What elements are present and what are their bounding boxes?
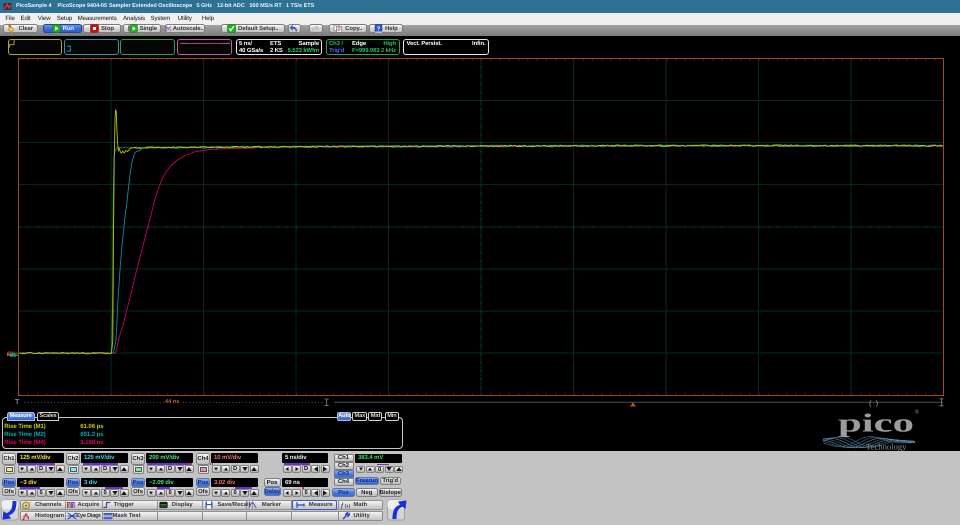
svg-text:®: ®: [915, 410, 920, 416]
svg-text:Technology: Technology: [866, 442, 907, 452]
svg-text:M3: M3: [11, 352, 18, 358]
svg-text:(x): (x): [345, 504, 351, 510]
svg-text:pico: pico: [838, 408, 914, 437]
